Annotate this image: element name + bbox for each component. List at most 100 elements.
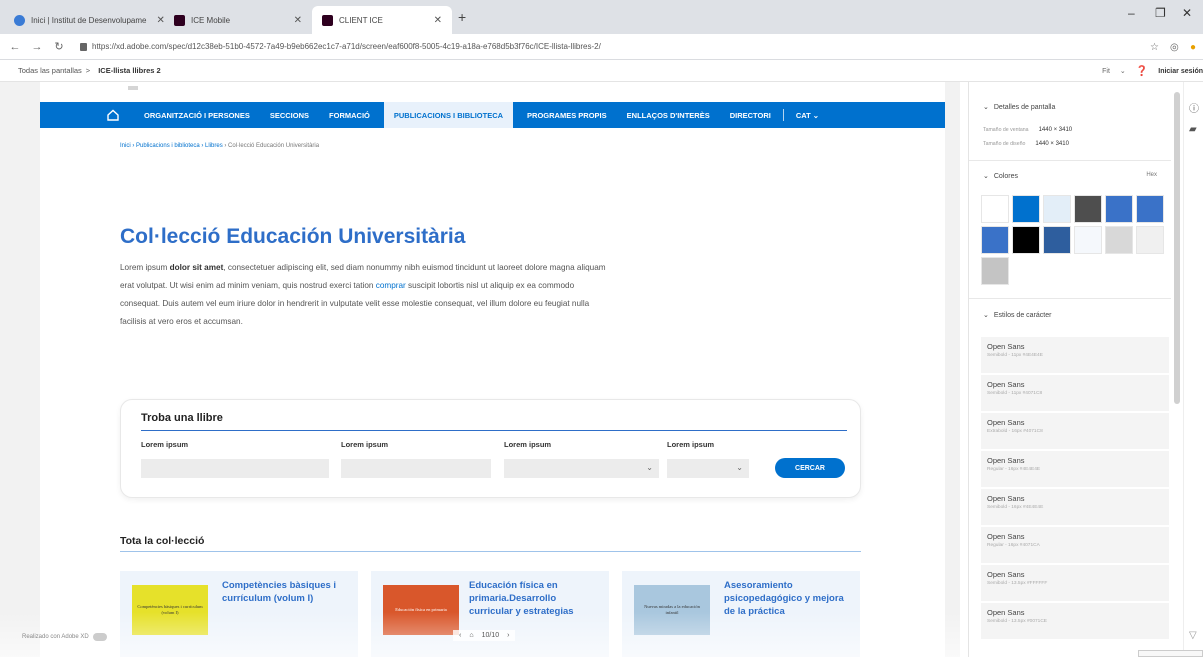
search-select-3[interactable]: ⌄ — [504, 459, 659, 478]
chevron-down-icon: ⌄ — [812, 110, 820, 120]
menu-item-directori[interactable]: DIRECTORI — [720, 102, 781, 128]
colors-header[interactable]: ⌄ Colores — [969, 172, 1018, 181]
next-screen-icon[interactable]: › — [507, 632, 509, 639]
char-style-desc: Regular - 16px #4E4E4E — [987, 467, 1041, 472]
field-label-3: Lorem ipsum — [504, 440, 552, 449]
signin-link[interactable]: Iniciar sesión — [1158, 68, 1203, 75]
tab-inici[interactable]: Inici | Institut de Desenvolupame ✕ — [4, 6, 164, 34]
toggle-switch[interactable] — [92, 633, 107, 641]
all-screens-link[interactable]: Todas las pantallas — [18, 66, 82, 75]
zoom-select[interactable]: Fit — [1102, 68, 1110, 75]
section-title: Colores — [993, 172, 1018, 180]
chevron-down-icon: ⌄ — [983, 312, 989, 319]
char-style-desc: Semibold - 11px #4071C8 — [987, 391, 1043, 396]
prev-screen-icon[interactable]: ‹ — [459, 632, 461, 639]
search-divider — [141, 430, 847, 431]
color-swatch[interactable] — [1074, 195, 1102, 223]
char-style-item[interactable]: Open Sans Semibold - 11px #4E4E4E — [981, 337, 1169, 373]
menu-item-formacio[interactable]: FORMACIÓ — [319, 102, 380, 128]
panel-divider — [969, 160, 1171, 161]
color-swatch[interactable] — [1105, 195, 1133, 223]
close-tab-icon[interactable]: ✕ — [146, 15, 164, 26]
breadcrumb-links[interactable]: Inici › Publicacions i biblioteca › Llib… — [120, 143, 223, 149]
close-window-icon[interactable]: ✕ — [1182, 6, 1192, 20]
home-screen-icon[interactable]: ⌂ — [469, 632, 473, 639]
scroll-thumb[interactable] — [1174, 92, 1180, 404]
color-swatch[interactable] — [981, 226, 1009, 254]
color-swatch[interactable] — [1012, 226, 1040, 254]
screen-pager: ‹ ⌂ 10/10 › — [453, 630, 516, 641]
xd-canvas: ORGANITZACIÓ I PERSONES SECCIONS FORMACI… — [0, 82, 960, 657]
menu-item-seccions[interactable]: SECCIONS — [260, 102, 319, 128]
screen-details-header[interactable]: ⌄ Detalles de pantalla — [969, 103, 1055, 112]
xd-favicon-icon — [174, 14, 185, 26]
search-field-1[interactable] — [141, 459, 329, 478]
char-style-desc: Extrabold - 16px #4071C8 — [987, 429, 1043, 434]
search-button[interactable]: CERCAR — [775, 458, 845, 478]
color-swatch[interactable] — [1105, 226, 1133, 254]
main-menu: ORGANITZACIÓ I PERSONES SECCIONS FORMACI… — [40, 102, 945, 128]
hex-toggle[interactable]: Hex — [1146, 172, 1157, 178]
char-styles-header[interactable]: ⌄ Estilos de carácter — [969, 311, 1051, 320]
color-swatch[interactable] — [1136, 195, 1164, 223]
char-style-item[interactable]: Open Sans Extrabold - 16px #4071C8 — [981, 413, 1169, 449]
chevron-down-icon: ⌄ — [983, 104, 989, 111]
tab-ice-mobile[interactable]: ICE Mobile ✕ — [164, 6, 312, 34]
close-tab-icon[interactable]: ✕ — [424, 15, 442, 26]
maximize-icon[interactable]: ❐ — [1155, 6, 1166, 20]
site-favicon-icon — [14, 14, 25, 26]
profile-icon[interactable]: ● — [1190, 42, 1196, 53]
color-swatch[interactable] — [1074, 226, 1102, 254]
language-select[interactable]: CAT ⌄ — [786, 102, 829, 128]
new-tab-icon[interactable]: + — [458, 9, 466, 25]
lock-icon — [80, 42, 87, 51]
char-style-item[interactable]: Open Sans Semibold - 11px #4071C8 — [981, 375, 1169, 411]
reload-icon[interactable]: ↻ — [48, 40, 70, 53]
back-icon[interactable]: ← — [4, 41, 26, 53]
info-icon[interactable]: ⓘ — [1189, 100, 1199, 115]
bookmark-star-icon[interactable]: ☆ — [1150, 42, 1159, 53]
minimize-icon[interactable]: – — [1128, 6, 1135, 20]
search-field-2[interactable] — [341, 459, 491, 478]
color-swatch[interactable] — [1043, 195, 1071, 223]
breadcrumb-current: › Col·lecció Educación Universitària — [222, 143, 320, 149]
menu-item-programes[interactable]: PROGRAMES PROPIS — [517, 102, 617, 128]
buy-link[interactable]: comprar — [376, 281, 406, 290]
forward-icon[interactable]: → — [26, 41, 48, 53]
menu-item-publicacions[interactable]: PUBLICACIONS I BIBLIOTECA — [383, 102, 514, 128]
help-icon[interactable]: ❓ — [1136, 66, 1148, 77]
char-style-font: Open Sans — [987, 342, 1025, 351]
color-swatch[interactable] — [1043, 226, 1071, 254]
artboard: ORGANITZACIÓ I PERSONES SECCIONS FORMACI… — [40, 82, 945, 657]
close-tab-icon[interactable]: ✕ — [284, 15, 302, 26]
menu-item-enllacos[interactable]: ENLLAÇOS D'INTERÈS — [617, 102, 720, 128]
char-style-item[interactable]: Open Sans Semibold - 13.5px #0071CE — [981, 603, 1169, 639]
url-field[interactable]: https://xd.adobe.com/spec/d12c38eb-51b0-… — [92, 42, 601, 51]
extension-icon[interactable]: ◎ — [1170, 42, 1179, 53]
color-swatch[interactable] — [1012, 195, 1040, 223]
char-style-item[interactable]: Open Sans Semibold - 13.5px #FFFFFF — [981, 565, 1169, 601]
page-title: Col·lecció Educación Universitària — [120, 225, 466, 248]
color-swatch[interactable] — [981, 257, 1009, 285]
search-select-4[interactable]: ⌄ — [667, 459, 749, 478]
chevron-down-icon[interactable]: ⌄ — [1120, 67, 1126, 75]
color-swatch[interactable] — [1136, 226, 1164, 254]
color-swatch[interactable] — [981, 195, 1009, 223]
menu-item-organitzacio[interactable]: ORGANITZACIÓ I PERSONES — [134, 102, 260, 128]
color-swatches — [981, 195, 1171, 285]
char-style-item[interactable]: Open Sans Regular - 16px #4071CA — [981, 527, 1169, 563]
panel-scrollbar[interactable] — [1171, 82, 1183, 657]
filter-icon[interactable]: ▽ — [1189, 630, 1197, 641]
char-style-font: Open Sans — [987, 570, 1025, 579]
comment-icon[interactable]: ▰ — [1189, 124, 1197, 135]
char-style-item[interactable]: Open Sans Semibold - 16px #4E4E4E — [981, 489, 1169, 525]
tab-client-ice[interactable]: CLIENT ICE ✕ — [312, 6, 452, 34]
char-style-item[interactable]: Open Sans Regular - 16px #4E4E4E — [981, 451, 1169, 487]
chevron-down-icon: ⌄ — [646, 463, 653, 472]
inspect-panel: ⌄ Detalles de pantalla Tamaño de ventana 1… — [968, 82, 1171, 657]
search-title: Troba una llibre — [141, 412, 223, 424]
field-label-4: Lorem ipsum — [667, 440, 715, 449]
dim-label: Tamaño de ventana — [983, 127, 1029, 133]
home-icon[interactable] — [102, 102, 124, 128]
book-title[interactable]: Competències bàsiques i currículum (volu… — [222, 579, 354, 605]
